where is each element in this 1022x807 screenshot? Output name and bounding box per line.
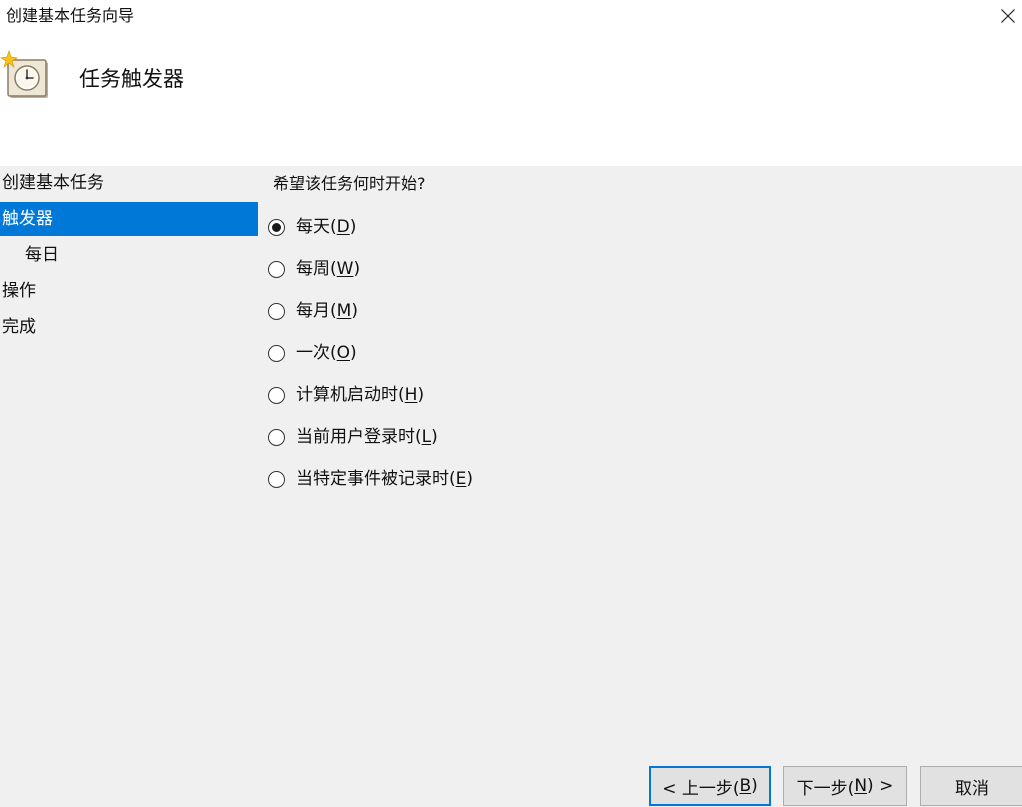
radio-label-computer-startup: 计算机启动时(H): [296, 385, 425, 405]
window-title: 创建基本任务向导: [6, 6, 135, 25]
radio-label-weekly: 每周(W): [296, 259, 361, 279]
radio-monthly[interactable]: 每月(M): [268, 298, 358, 324]
sidebar-step-create-basic-task: 创建基本任务: [2, 173, 104, 193]
page-title: 任务触发器: [79, 67, 184, 91]
radio-button-weekly[interactable]: [268, 260, 285, 278]
sidebar-step-finish: 完成: [2, 317, 36, 337]
radio-computer-startup[interactable]: 计算机启动时(H): [268, 382, 424, 408]
task-scheduler-clock-icon: [0, 50, 48, 98]
next-button[interactable]: 下一步(N) >: [783, 766, 907, 806]
wizard-body: 创建基本任务 触发器 每日 操作 完成 希望该任务何时开始? 每天(D) 每周(…: [0, 166, 1022, 807]
radio-button-computer-startup[interactable]: [268, 386, 285, 404]
trigger-options-panel: 希望该任务何时开始? 每天(D) 每周(W) 每月(M) 一次(O) 计算机启动…: [258, 166, 1022, 746]
radio-button-daily[interactable]: [268, 218, 285, 236]
radio-selected-dot: [272, 222, 281, 232]
radio-button-event-logged[interactable]: [268, 470, 285, 488]
close-icon: [1001, 9, 1015, 23]
radio-label-user-logon: 当前用户登录时(L): [296, 427, 438, 447]
radio-once[interactable]: 一次(O): [268, 340, 357, 366]
radio-label-monthly: 每月(M): [296, 301, 358, 321]
radio-button-monthly[interactable]: [268, 302, 285, 320]
radio-daily[interactable]: 每天(D): [268, 214, 356, 240]
radio-button-user-logon[interactable]: [268, 428, 285, 446]
title-bar: 创建基本任务向导: [0, 0, 1022, 34]
wizard-header: 任务触发器: [0, 34, 1022, 166]
radio-label-daily: 每天(D): [296, 217, 357, 237]
wizard-steps-sidebar: 创建基本任务 触发器 每日 操作 完成: [0, 166, 258, 807]
radio-user-logon[interactable]: 当前用户登录时(L): [268, 424, 438, 450]
close-button[interactable]: [994, 0, 1022, 32]
trigger-question: 希望该任务何时开始?: [273, 174, 426, 193]
sidebar-step-trigger: 触发器: [0, 202, 258, 236]
radio-event-logged[interactable]: 当特定事件被记录时(E): [268, 466, 473, 492]
radio-label-event-logged: 当特定事件被记录时(E): [296, 469, 474, 489]
back-button[interactable]: < 上一步(B): [649, 766, 771, 806]
radio-button-once[interactable]: [268, 344, 285, 362]
sidebar-step-daily: 每日: [25, 245, 59, 265]
radio-weekly[interactable]: 每周(W): [268, 256, 360, 282]
cancel-button[interactable]: 取消: [920, 766, 1022, 806]
sidebar-step-action: 操作: [2, 281, 36, 301]
radio-label-once: 一次(O): [296, 343, 357, 363]
